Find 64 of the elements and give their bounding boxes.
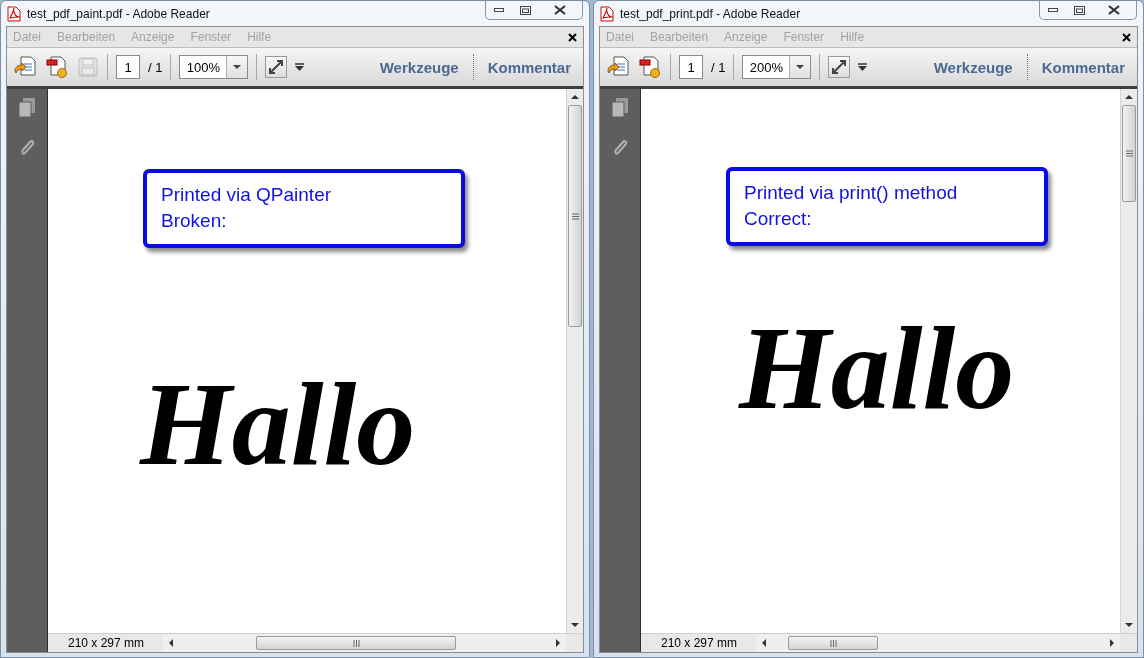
menu-item[interactable]: Hilfe bbox=[247, 30, 272, 44]
close-icon bbox=[568, 32, 577, 42]
note-text: Printed via QPainter bbox=[161, 183, 333, 207]
menu-item[interactable]: Bearbeiten bbox=[57, 30, 116, 44]
page-size-label: 210 x 297 mm bbox=[660, 635, 739, 652]
horizontal-scrollbar[interactable] bbox=[756, 634, 1120, 652]
pdf-file-icon bbox=[7, 5, 21, 22]
tools-button[interactable]: Werkzeuge bbox=[927, 58, 1019, 76]
menu-item[interactable]: Anzeige bbox=[131, 30, 175, 44]
full-screen-button[interactable] bbox=[265, 56, 288, 78]
menu-item[interactable]: Bearbeiten bbox=[650, 30, 709, 44]
window-title: test_pdf_paint.pdf - Adobe Reader bbox=[27, 6, 210, 21]
minimize-icon bbox=[494, 8, 504, 12]
scroll-thumb[interactable] bbox=[1122, 105, 1136, 202]
document-word: Hallo bbox=[739, 310, 1015, 428]
page-number-field[interactable]: 1 bbox=[116, 55, 140, 79]
menu-item[interactable]: Fenster bbox=[783, 30, 825, 44]
note-text: Broken: bbox=[161, 209, 228, 233]
open-file-button[interactable] bbox=[606, 55, 630, 79]
zoom-dropdown-button[interactable] bbox=[789, 56, 811, 78]
menu-item[interactable]: Anzeige bbox=[724, 30, 768, 44]
zoom-field[interactable]: 200% bbox=[742, 55, 812, 79]
full-screen-button[interactable] bbox=[828, 56, 851, 78]
document-word: Hallo bbox=[140, 366, 416, 484]
minimize-icon bbox=[1048, 8, 1058, 12]
pages-icon[interactable] bbox=[17, 97, 37, 119]
open-file-button[interactable] bbox=[13, 55, 37, 79]
comment-button[interactable]: Kommentar bbox=[481, 58, 577, 76]
window-title: test_pdf_print.pdf - Adobe Reader bbox=[620, 6, 801, 21]
note-text: Printed via print() method bbox=[744, 181, 959, 205]
pages-icon[interactable] bbox=[610, 97, 630, 119]
comment-button[interactable]: Kommentar bbox=[1035, 58, 1131, 76]
close-document-button[interactable] bbox=[568, 32, 577, 42]
close-icon bbox=[1108, 5, 1120, 15]
toolbar-more-button[interactable] bbox=[858, 63, 868, 71]
tools-button[interactable]: Werkzeuge bbox=[373, 58, 465, 76]
close-icon bbox=[1122, 32, 1131, 42]
close-document-button[interactable] bbox=[1122, 32, 1131, 42]
vertical-scrollbar[interactable] bbox=[566, 89, 583, 633]
page-total: / 1 bbox=[711, 59, 726, 75]
scroll-thumb[interactable] bbox=[788, 636, 878, 650]
page-total: / 1 bbox=[148, 59, 163, 75]
scroll-thumb[interactable] bbox=[256, 636, 456, 650]
menu-item[interactable]: Fenster bbox=[190, 30, 232, 44]
close-icon bbox=[554, 5, 566, 15]
horizontal-scrollbar[interactable] bbox=[163, 634, 566, 652]
page-size-label: 210 x 297 mm bbox=[67, 635, 146, 652]
vertical-scrollbar[interactable] bbox=[1120, 89, 1137, 633]
create-pdf-button[interactable] bbox=[638, 55, 662, 79]
restore-icon bbox=[1073, 5, 1085, 15]
caret-icon bbox=[233, 65, 242, 69]
restore-icon bbox=[519, 5, 531, 15]
pdf-file-icon bbox=[600, 5, 614, 22]
menu-item[interactable]: Datei bbox=[13, 30, 41, 44]
menu-item[interactable]: Hilfe bbox=[840, 30, 865, 44]
create-pdf-button[interactable] bbox=[45, 55, 69, 79]
zoom-dropdown-button[interactable] bbox=[226, 56, 248, 78]
scroll-thumb[interactable] bbox=[568, 105, 582, 327]
zoom-field[interactable]: 100% bbox=[179, 55, 249, 79]
note-text: Correct: bbox=[744, 207, 813, 231]
page-number-field[interactable]: 1 bbox=[679, 55, 703, 79]
toolbar-more-button[interactable] bbox=[295, 63, 305, 71]
menu-item[interactable]: Datei bbox=[606, 30, 634, 44]
caret-icon bbox=[796, 65, 805, 69]
